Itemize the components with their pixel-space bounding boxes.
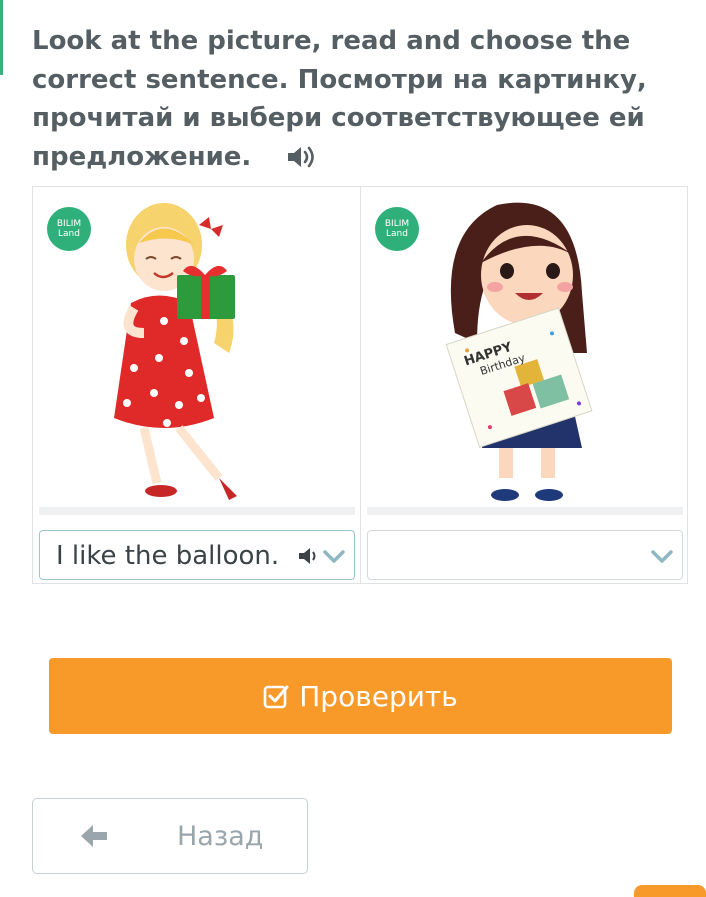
task-instructions: Look at the picture, read and choose the… [32, 22, 672, 176]
picture-shelf [367, 507, 683, 515]
picture-shelf [39, 507, 355, 515]
checkbox-icon [263, 685, 289, 709]
check-button-label: Проверить [299, 679, 458, 713]
bilimland-logo: BILIM Land [47, 207, 91, 251]
speaker-icon[interactable] [298, 546, 320, 566]
matching-grid: BILIM Land I like the balloon. HAPPY Bir… [32, 186, 688, 584]
answer-select-2[interactable] [367, 530, 683, 580]
selected-sentence: I like the balloon. [56, 541, 280, 571]
answer-select-1[interactable]: I like the balloon. [39, 530, 355, 580]
card-2: HAPPY Birthday BILIM Land [361, 187, 688, 583]
chevron-down-icon[interactable] [322, 547, 346, 565]
chevron-down-icon[interactable] [650, 547, 674, 565]
bilimland-logo: BILIM Land [375, 207, 419, 251]
back-button-label: Назад [177, 821, 264, 852]
check-button[interactable]: Проверить [49, 658, 672, 734]
card-1: BILIM Land I like the balloon. [33, 187, 361, 583]
speaker-icon[interactable] [286, 144, 316, 170]
back-button[interactable]: Назад [32, 798, 308, 874]
task-title-text: Look at the picture, read and choose the… [32, 26, 647, 172]
arrow-left-icon [81, 825, 107, 847]
next-button-edge[interactable] [634, 885, 706, 897]
left-accent-bar [0, 0, 3, 75]
